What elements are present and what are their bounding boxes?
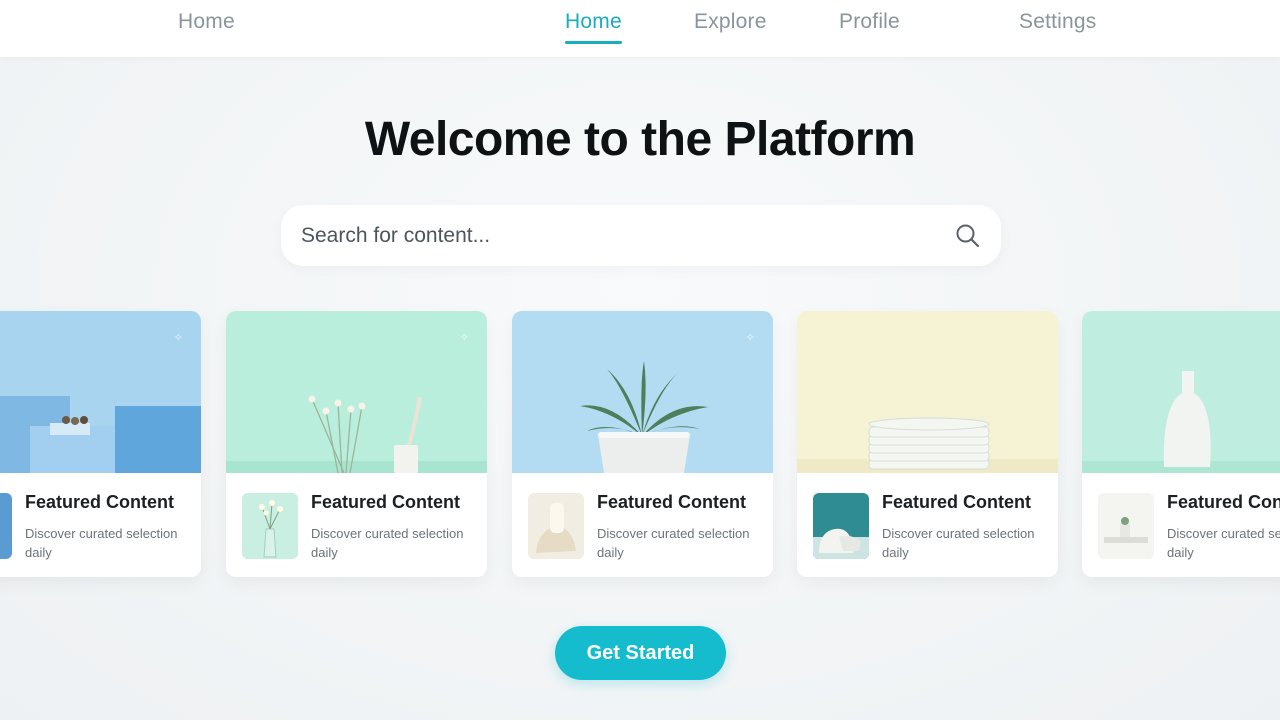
nav-item-explore[interactable]: Explore — [694, 10, 767, 34]
card-title: Featured Content — [882, 492, 1032, 512]
nav-item-home[interactable]: Home — [565, 10, 622, 44]
page-title: Welcome to the Platform — [364, 113, 916, 166]
content-card[interactable]: Featured Content Discover curated select… — [1082, 311, 1280, 577]
content-card[interactable]: ✧ Featured Content Discover curated sele… — [0, 311, 201, 577]
sparkle-icon: ✧ — [459, 332, 469, 344]
card-description: Discover curated selection daily — [597, 526, 750, 560]
nav-brand-home[interactable]: Home — [178, 10, 235, 34]
search-input[interactable] — [301, 205, 941, 266]
nav-item-settings[interactable]: Settings — [1019, 10, 1096, 34]
card-image — [512, 311, 773, 473]
search-bar — [281, 205, 1001, 266]
card-thumbnail — [0, 493, 12, 559]
card-thumbnail — [242, 493, 298, 559]
content-card[interactable]: ✧ Featured Content Discover curated sele… — [226, 311, 487, 577]
card-image — [1082, 311, 1280, 473]
card-image — [797, 311, 1058, 473]
card-description: Discover curated selection daily — [882, 526, 1035, 560]
card-title: Featured Content — [1167, 492, 1280, 512]
card-image — [0, 311, 201, 473]
nav-item-profile[interactable]: Profile — [839, 10, 900, 34]
card-title: Featured Content — [25, 492, 175, 512]
search-icon[interactable] — [954, 222, 981, 249]
card-title: Featured Content — [311, 492, 461, 512]
active-tab-indicator — [565, 41, 622, 44]
content-card[interactable]: Featured Content Discover curated select… — [797, 311, 1058, 577]
card-thumbnail — [813, 493, 869, 559]
card-description: Discover curated selection daily — [1167, 526, 1280, 560]
card-image — [226, 311, 487, 473]
card-description: Discover curated selection daily — [25, 526, 178, 560]
card-description: Discover curated selection daily — [311, 526, 464, 560]
card-title: Featured Content — [597, 492, 747, 512]
nav-item-label: Home — [565, 10, 622, 33]
top-navigation: Home Home Explore Profile Settings — [0, 0, 1280, 57]
get-started-button[interactable]: Get Started — [555, 626, 726, 680]
card-thumbnail — [1098, 493, 1154, 559]
sparkle-icon: ✧ — [745, 332, 755, 344]
sparkle-icon: ✧ — [173, 332, 183, 344]
card-thumbnail — [528, 493, 584, 559]
content-card[interactable]: ✧ Featured Content Discover curated sele… — [512, 311, 773, 577]
